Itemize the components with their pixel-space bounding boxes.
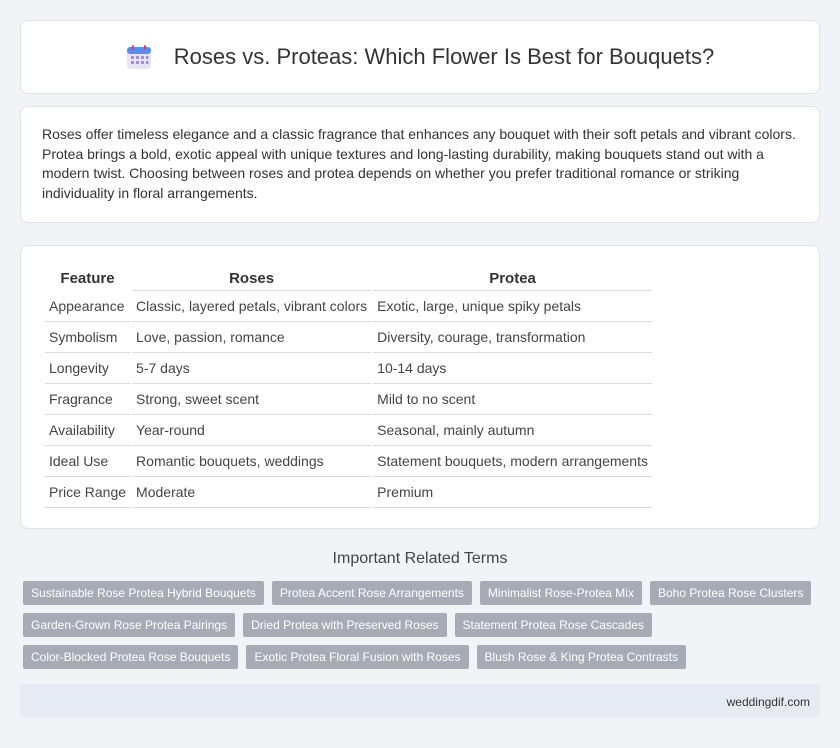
- cell-protea: Premium: [373, 477, 652, 508]
- page-title: Roses vs. Proteas: Which Flower Is Best …: [173, 44, 715, 69]
- related-tag[interactable]: Blush Rose & King Protea Contrasts: [476, 645, 686, 669]
- cell-feature: Price Range: [45, 477, 131, 508]
- comparison-table-card: Feature Roses Protea Appearance Classic, …: [20, 245, 820, 529]
- cell-protea: Diversity, courage, transformation: [373, 322, 652, 353]
- intro-card: Roses offer timeless elegance and a clas…: [20, 106, 820, 223]
- cell-protea: Seasonal, mainly autumn: [373, 415, 652, 446]
- related-tag[interactable]: Minimalist Rose-Protea Mix: [479, 581, 642, 605]
- cell-roses: Classic, layered petals, vibrant colors: [132, 291, 372, 322]
- table-row: Appearance Classic, layered petals, vibra…: [45, 291, 652, 322]
- table-row: Price Range Moderate Premium: [45, 477, 652, 508]
- cell-roses: Strong, sweet scent: [132, 384, 372, 415]
- related-tag[interactable]: Dried Protea with Preserved Roses: [243, 613, 447, 637]
- cell-feature: Ideal Use: [45, 446, 131, 477]
- related-tag[interactable]: Garden-Grown Rose Protea Pairings: [23, 613, 236, 637]
- tag-row: Garden-Grown Rose Protea Pairings Dried P…: [23, 613, 823, 637]
- related-tags: Sustainable Rose Protea Hybrid Bouquets P…: [23, 581, 823, 677]
- cell-roses: Moderate: [132, 477, 372, 508]
- header-feature: Feature: [60, 270, 115, 287]
- related-tag[interactable]: Statement Protea Rose Cascades: [454, 613, 652, 637]
- title-card: Roses vs. Proteas: Which Flower Is Best …: [20, 20, 820, 94]
- cell-feature: Appearance: [45, 291, 131, 322]
- table-row: Longevity 5-7 days 10-14 days: [45, 353, 652, 384]
- comparison-table: Feature Roses Protea Appearance Classic, …: [43, 266, 654, 508]
- cell-roses: Romantic bouquets, weddings: [132, 446, 372, 477]
- cell-feature: Longevity: [45, 353, 131, 384]
- cell-roses: Year-round: [132, 415, 372, 446]
- related-terms-title: Important Related Terms: [332, 550, 508, 567]
- cell-feature: Symbolism: [45, 322, 131, 353]
- related-tag[interactable]: Exotic Protea Floral Fusion with Roses: [246, 645, 469, 669]
- cell-protea: Statement bouquets, modern arrangements: [373, 446, 652, 477]
- footer-site[interactable]: weddingdif.com: [727, 695, 810, 709]
- footer: weddingdif.com: [20, 684, 820, 718]
- cell-feature: Fragrance: [45, 384, 131, 415]
- tag-row: Sustainable Rose Protea Hybrid Bouquets P…: [23, 581, 823, 605]
- header-protea: Protea: [373, 266, 652, 291]
- related-tag[interactable]: Sustainable Rose Protea Hybrid Bouquets: [23, 581, 264, 605]
- related-tag[interactable]: Boho Protea Rose Clusters: [649, 581, 812, 605]
- table-row: Fragrance Strong, sweet scent Mild to no s…: [45, 384, 652, 415]
- cell-feature: Availability: [45, 415, 131, 446]
- table-row: Ideal Use Romantic bouquets, weddings Stat…: [45, 446, 652, 477]
- header-roses: Roses: [132, 266, 372, 291]
- table-row: Availability Year-round Seasonal, mainly a…: [45, 415, 652, 446]
- cell-protea: Exotic, large, unique spiky petals: [373, 291, 652, 322]
- cell-roses: Love, passion, romance: [132, 322, 372, 353]
- cell-protea: 10-14 days: [373, 353, 652, 384]
- table-header-row: Feature Roses Protea: [45, 266, 652, 291]
- intro-text: Roses offer timeless elegance and a clas…: [42, 126, 796, 201]
- table-row: Symbolism Love, passion, romance Diversity…: [45, 322, 652, 353]
- tag-row: Color-Blocked Protea Rose Bouquets Exotic…: [23, 645, 823, 669]
- calendar-icon: [126, 45, 151, 69]
- related-tag[interactable]: Color-Blocked Protea Rose Bouquets: [23, 645, 239, 669]
- cell-protea: Mild to no scent: [373, 384, 652, 415]
- cell-roses: 5-7 days: [132, 353, 372, 384]
- related-tag[interactable]: Protea Accent Rose Arrangements: [271, 581, 472, 605]
